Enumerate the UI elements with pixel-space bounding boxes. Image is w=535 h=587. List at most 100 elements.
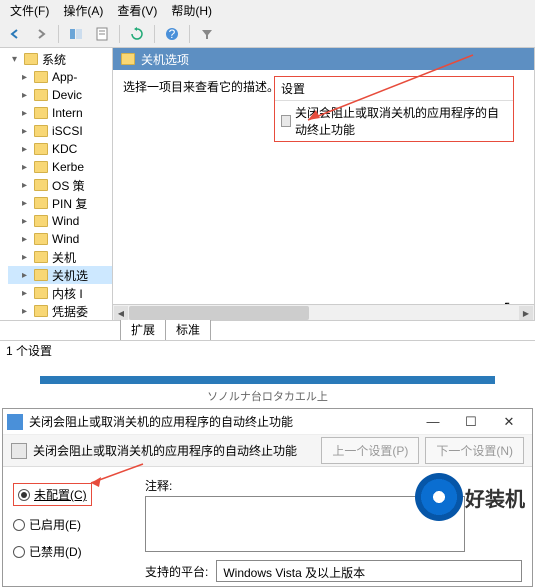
maximize-button[interactable]: ☐ bbox=[452, 411, 490, 433]
folder-icon bbox=[34, 251, 48, 263]
tree-item[interactable]: ▸ 凭据委 bbox=[8, 302, 112, 320]
scroll-left-icon[interactable]: ◀ bbox=[114, 306, 128, 320]
tree-item[interactable]: ▸ 内核 I bbox=[8, 284, 112, 302]
close-button[interactable]: ✕ bbox=[490, 411, 528, 433]
refresh-button[interactable] bbox=[126, 23, 148, 45]
tree-item[interactable]: ▸Devic bbox=[8, 86, 112, 104]
tree-item[interactable]: ▸Kerbe bbox=[8, 158, 112, 176]
tab-extended[interactable]: 扩展 bbox=[120, 318, 166, 340]
expand-icon[interactable]: ▸ bbox=[22, 198, 34, 209]
settings-column-header[interactable]: 设置 bbox=[275, 77, 513, 101]
scroll-right-icon[interactable]: ▶ bbox=[519, 306, 533, 320]
platform-value: Windows Vista 及以上版本 bbox=[216, 560, 522, 582]
radio-icon bbox=[18, 489, 30, 501]
status-text: 1 个设置 bbox=[6, 342, 52, 359]
tree-item-label: Wind bbox=[52, 232, 79, 246]
watermark-logo bbox=[415, 473, 463, 521]
show-hide-tree-button[interactable] bbox=[65, 23, 87, 45]
tree-item-label: App- bbox=[52, 70, 77, 84]
tree-item[interactable]: ▸ App- bbox=[8, 68, 112, 86]
expand-icon[interactable]: ▸ bbox=[22, 162, 34, 173]
tree-item[interactable]: ▸关机选 bbox=[8, 266, 112, 284]
properties-button[interactable] bbox=[91, 23, 113, 45]
watermark: 好装机 bbox=[415, 473, 525, 521]
dialog-subheader: 关闭会阻止或取消关机的应用程序的自动终止功能 上一个设置(P) 下一个设置(N) bbox=[3, 435, 532, 467]
radio-label: 未配置(C) bbox=[34, 486, 87, 503]
expand-icon[interactable]: ▸ bbox=[22, 252, 34, 263]
folder-icon bbox=[34, 233, 48, 245]
tree-item[interactable]: ▸ Wind bbox=[8, 212, 112, 230]
expand-icon[interactable]: ▸ bbox=[22, 72, 34, 83]
tree-item-label: 关机 bbox=[52, 249, 76, 266]
menu-help[interactable]: 帮助(H) bbox=[165, 0, 218, 21]
prev-setting-button[interactable]: 上一个设置(P) bbox=[321, 437, 419, 464]
tree-item-label: Wind bbox=[52, 214, 79, 228]
radio-enabled[interactable]: 已启用(E) bbox=[13, 516, 133, 533]
toolbar: ? bbox=[0, 20, 535, 48]
menu-view[interactable]: 查看(V) bbox=[111, 0, 163, 21]
tree-item-label: 凭据委 bbox=[52, 303, 88, 320]
folder-icon bbox=[34, 125, 48, 137]
help-button[interactable]: ? bbox=[161, 23, 183, 45]
tree-pane: ▾ 系统 ▸App-▸Devic▸Intern▸iSCSI▸KDC▸Kerbe▸… bbox=[0, 48, 113, 320]
platform-label: 支持的平台: bbox=[145, 563, 208, 580]
minimize-button[interactable]: — bbox=[414, 411, 452, 433]
expand-icon[interactable]: ▸ bbox=[22, 108, 34, 119]
expand-icon[interactable]: ▸ bbox=[22, 90, 34, 101]
expand-icon[interactable]: ▸ bbox=[22, 144, 34, 155]
expand-icon[interactable]: ▸ bbox=[22, 234, 34, 245]
divider-band bbox=[40, 376, 495, 384]
folder-icon bbox=[34, 269, 48, 281]
content-header: 关机选项 bbox=[113, 48, 534, 70]
expand-icon[interactable]: ▸ bbox=[22, 306, 34, 317]
tree-item[interactable]: ▸ Wind bbox=[8, 230, 112, 248]
tab-standard[interactable]: 标准 bbox=[165, 318, 211, 340]
tree-item[interactable]: ▸ iSCSI bbox=[8, 122, 112, 140]
tree-item[interactable]: ▸ KDC bbox=[8, 140, 112, 158]
svg-text:?: ? bbox=[169, 27, 176, 41]
radio-label: 已禁用(D) bbox=[29, 543, 82, 560]
tree-root-label: 系统 bbox=[42, 51, 66, 68]
expand-icon[interactable]: ▸ bbox=[22, 288, 34, 299]
forward-button[interactable] bbox=[30, 23, 52, 45]
collapse-icon[interactable]: ▾ bbox=[12, 54, 24, 65]
expand-icon[interactable]: ▸ bbox=[22, 126, 34, 137]
menu-file[interactable]: 文件(F) bbox=[4, 0, 55, 21]
menu-bar: 文件(F) 操作(A) 查看(V) 帮助(H) bbox=[0, 0, 535, 20]
folder-icon bbox=[34, 89, 48, 101]
back-button[interactable] bbox=[4, 23, 26, 45]
radio-disabled[interactable]: 已禁用(D) bbox=[13, 543, 133, 560]
dialog-icon bbox=[7, 414, 23, 430]
folder-icon bbox=[121, 53, 135, 65]
folder-icon bbox=[34, 161, 48, 173]
tree-item-label: 内核 I bbox=[52, 285, 83, 302]
content-pane: 关机选项 选择一项目来查看它的描述。 设置 关闭会阻止或取消关机的应用程序的自动… bbox=[113, 48, 535, 320]
expand-icon[interactable]: ▸ bbox=[22, 216, 34, 227]
scroll-thumb[interactable] bbox=[129, 306, 309, 320]
folder-icon bbox=[34, 107, 48, 119]
folder-icon bbox=[24, 53, 38, 65]
dialog-titlebar: 关闭会阻止或取消关机的应用程序的自动终止功能 — ☐ ✕ bbox=[3, 409, 532, 435]
tree-item-label: OS 策 bbox=[52, 177, 85, 194]
settings-highlight-box: 设置 关闭会阻止或取消关机的应用程序的自动终止功能 bbox=[274, 76, 514, 142]
tree-item[interactable]: ▸PIN 复 bbox=[8, 194, 112, 212]
expand-icon[interactable]: ▸ bbox=[22, 180, 34, 191]
next-setting-button[interactable]: 下一个设置(N) bbox=[425, 437, 524, 464]
radio-group: 未配置(C) 已启用(E) 已禁用(D) bbox=[13, 477, 133, 582]
tree-root[interactable]: ▾ 系统 bbox=[8, 50, 112, 68]
tree-item-label: KDC bbox=[52, 142, 77, 156]
tree-item-label: iSCSI bbox=[52, 124, 83, 138]
folder-icon bbox=[34, 179, 48, 191]
content-hscroll[interactable]: ◀ ▶ bbox=[113, 304, 534, 320]
radio-icon bbox=[13, 519, 25, 531]
tree-item[interactable]: ▸ OS 策 bbox=[8, 176, 112, 194]
policy-item[interactable]: 关闭会阻止或取消关机的应用程序的自动终止功能 bbox=[275, 101, 513, 141]
filter-button[interactable] bbox=[196, 23, 218, 45]
menu-action[interactable]: 操作(A) bbox=[57, 0, 109, 21]
main-split: ▾ 系统 ▸App-▸Devic▸Intern▸iSCSI▸KDC▸Kerbe▸… bbox=[0, 48, 535, 320]
radio-not-configured[interactable]: 未配置(C) bbox=[13, 483, 92, 506]
dialog-title: 关闭会阻止或取消关机的应用程序的自动终止功能 bbox=[29, 413, 293, 430]
tree-item[interactable]: ▸ 关机 bbox=[8, 248, 112, 266]
expand-icon[interactable]: ▸ bbox=[22, 270, 34, 281]
tree-item[interactable]: ▸Intern bbox=[8, 104, 112, 122]
